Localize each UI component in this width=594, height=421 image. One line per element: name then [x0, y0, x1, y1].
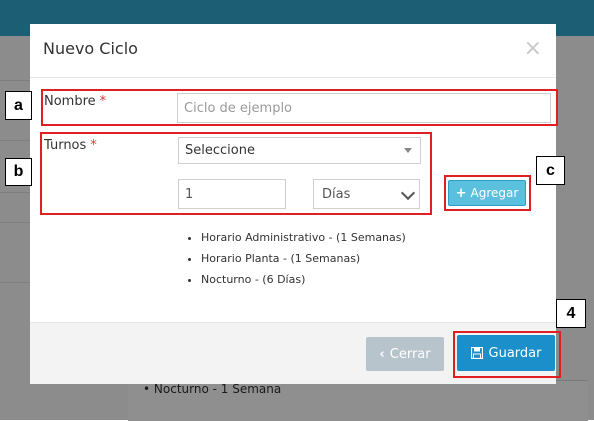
bg-divider [0, 222, 30, 223]
annotation-box-a [41, 89, 558, 126]
bg-list-item: • Nocturno - 1 Semana [143, 382, 282, 396]
annotation-label-b: b [5, 158, 32, 186]
bg-divider [0, 282, 30, 283]
list-item: Nocturno - (6 Días) [201, 269, 406, 290]
annotation-box-4 [453, 331, 561, 378]
annotation-label-4: 4 [556, 299, 586, 328]
annotation-label-a: a [5, 91, 32, 120]
annotation-box-b [40, 132, 432, 215]
modal-title: Nuevo Ciclo [43, 39, 138, 58]
bg-list-item-text: Nocturno - 1 Semana [153, 382, 282, 396]
modal-header: Nuevo Ciclo × [30, 24, 556, 78]
annotation-label-c: c [536, 156, 565, 185]
list-item: Horario Administrativo - (1 Semanas) [201, 227, 406, 248]
close-icon[interactable]: × [524, 38, 542, 60]
bg-divider [0, 192, 30, 193]
annotation-box-c [444, 175, 531, 211]
bg-divider [0, 140, 30, 141]
cerrar-label: Cerrar [389, 346, 431, 362]
chevron-left-icon: ‹ [379, 346, 385, 362]
turnos-list: Horario Administrativo - (1 Semanas) Hor… [185, 227, 406, 290]
cerrar-button[interactable]: ‹ Cerrar [366, 337, 444, 371]
bg-divider [0, 80, 30, 81]
list-item: Horario Planta - (1 Semanas) [201, 248, 406, 269]
